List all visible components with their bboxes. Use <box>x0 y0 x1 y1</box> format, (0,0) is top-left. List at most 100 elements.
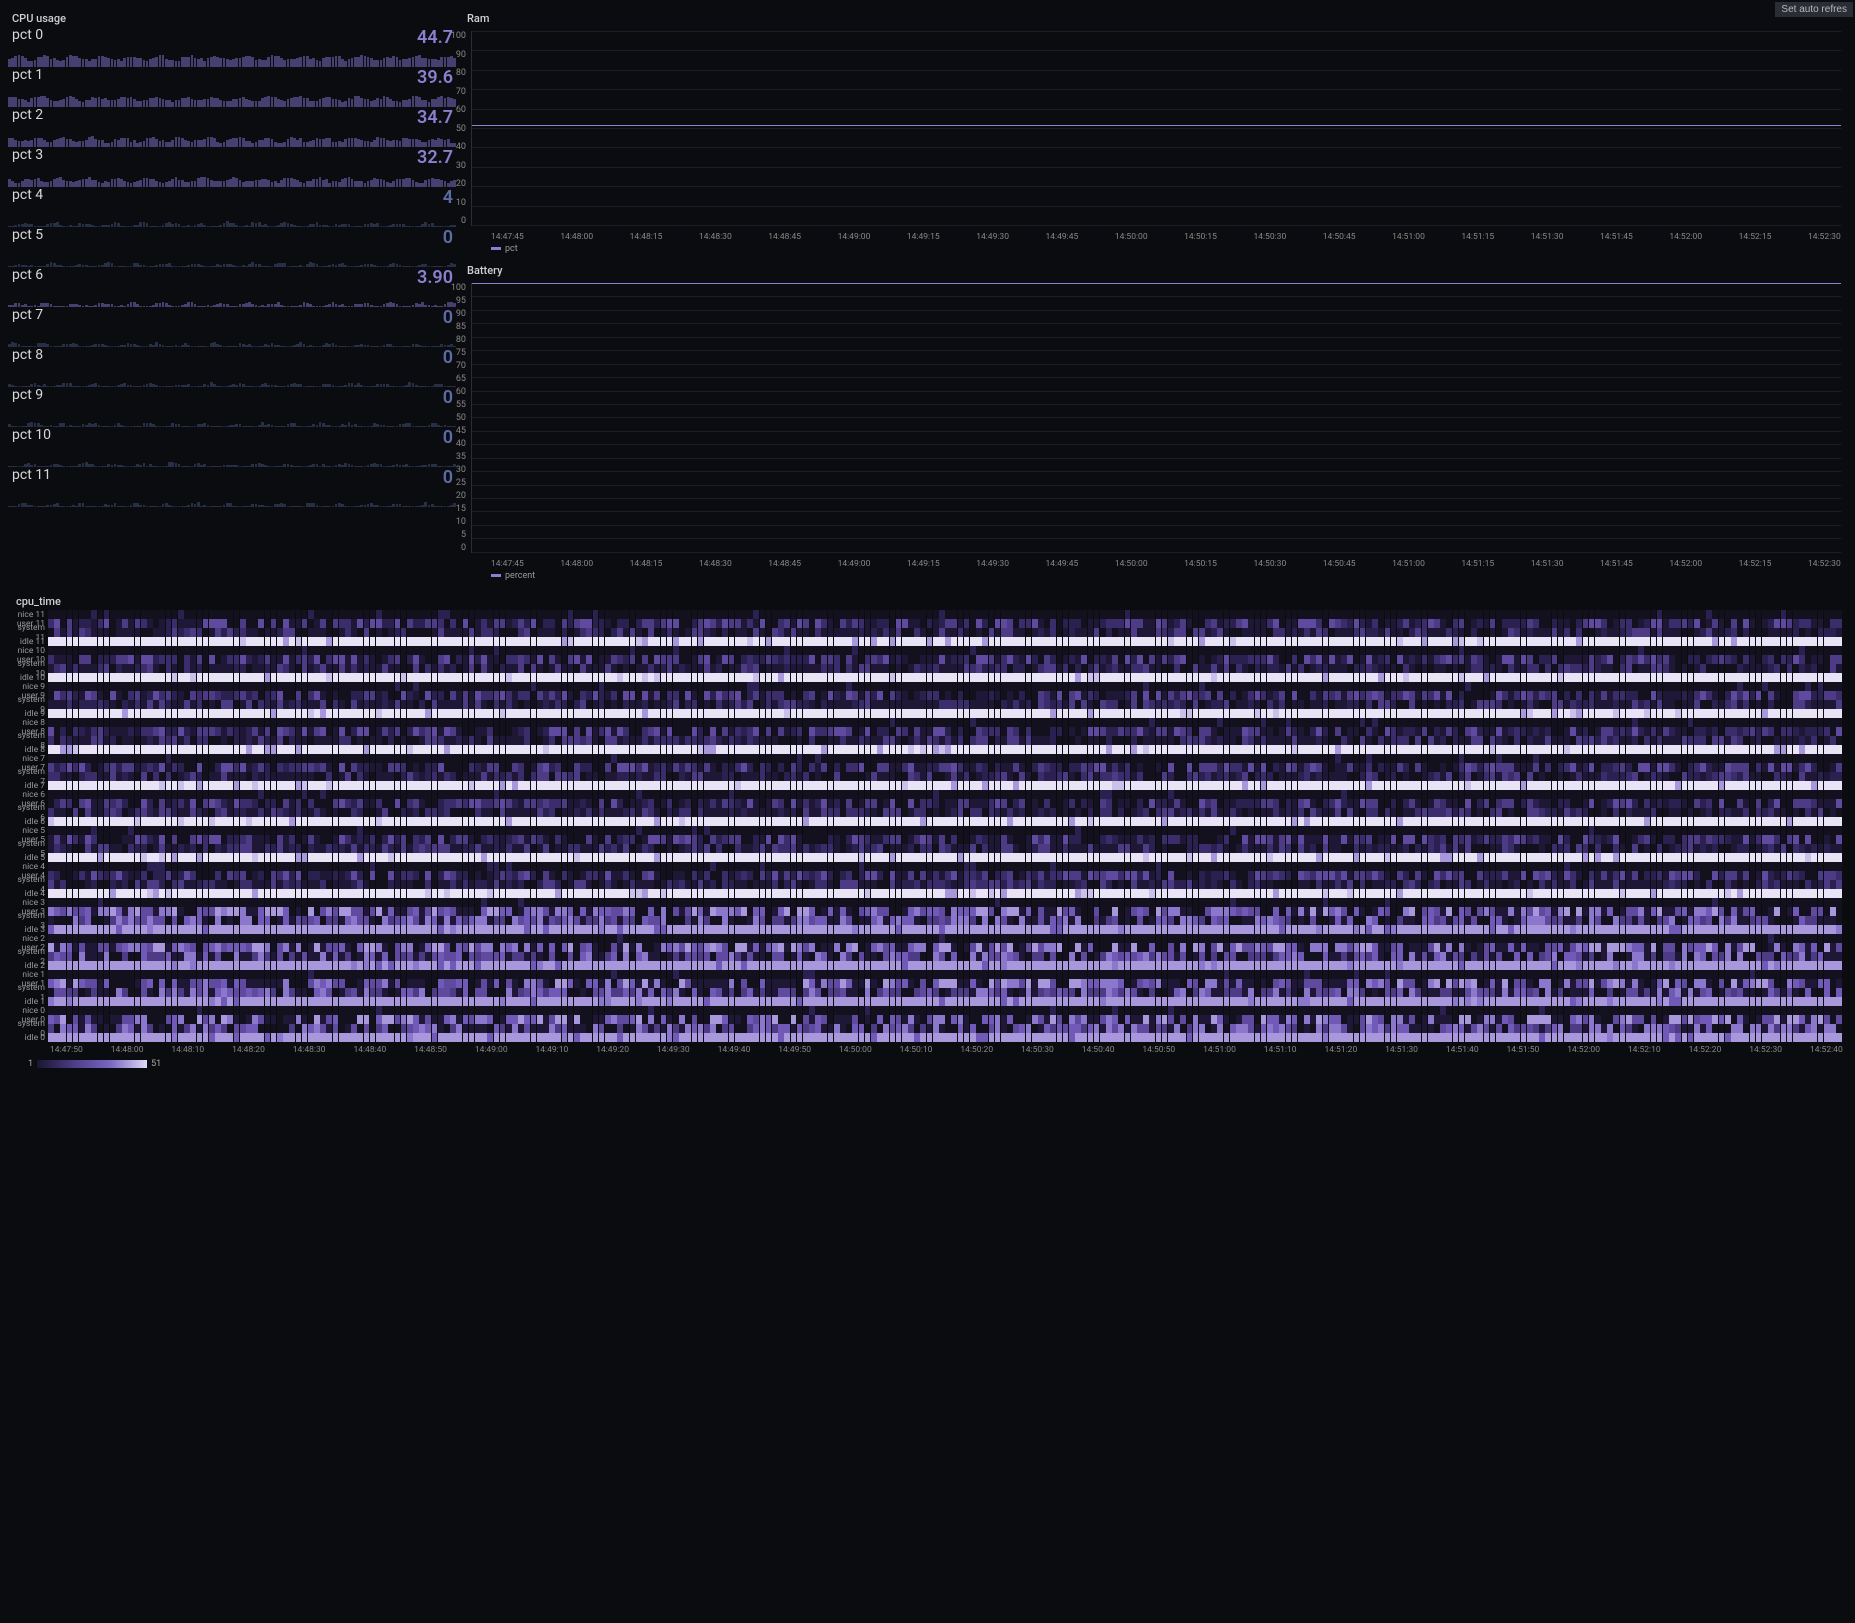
cpu-sparkline <box>8 209 457 227</box>
heatmap-row: idle 9 <box>12 709 1843 718</box>
heatmap-row: nice 3 <box>12 898 1843 907</box>
heatmap-row: system 6 <box>12 808 1843 817</box>
cpu-label: pct 10 <box>12 427 51 443</box>
cpu-row-10[interactable]: pct 100 <box>8 427 457 467</box>
cpu-usage-title: CPU usage <box>8 8 457 27</box>
ram-legend: pct <box>463 242 1847 260</box>
ram-line <box>472 125 1841 126</box>
cpu-sparkline <box>8 289 457 307</box>
cpu-row-1[interactable]: pct 139.6 <box>8 67 457 107</box>
cputime-panel: cpu_time nice 11user 11system 11idle 11n… <box>8 587 1847 1073</box>
cpu-row-0[interactable]: pct 044.7 <box>8 27 457 67</box>
heatmap-row: user 5 <box>12 835 1843 844</box>
ram-title: Ram <box>463 8 1847 27</box>
ram-chart[interactable]: 1009080706050403020100 <box>471 31 1841 226</box>
cputime-title: cpu_time <box>12 591 1843 610</box>
cpu-label: pct 0 <box>12 27 43 43</box>
heatmap-row: nice 1 <box>12 970 1843 979</box>
heatmap-row: user 9 <box>12 691 1843 700</box>
heatmap-row: nice 9 <box>12 682 1843 691</box>
heatmap-row: user 6 <box>12 799 1843 808</box>
battery-panel: Battery 10095908580757065605550454035302… <box>463 260 1847 587</box>
heatmap-row: system 11 <box>12 628 1843 637</box>
heatmap-row: idle 0 <box>12 1033 1843 1042</box>
cpu-sparkline <box>8 329 457 347</box>
battery-legend: percent <box>463 569 1847 587</box>
heatmap-row: nice 7 <box>12 754 1843 763</box>
battery-line <box>472 283 1841 284</box>
heatmap-row: idle 4 <box>12 889 1843 898</box>
cpu-sparkline <box>8 409 457 427</box>
heatmap-row: system 10 <box>12 664 1843 673</box>
heatmap-row: idle 10 <box>12 673 1843 682</box>
cpu-row-4[interactable]: pct 44 <box>8 187 457 227</box>
cpu-row-9[interactable]: pct 90 <box>8 387 457 427</box>
cpu-label: pct 2 <box>12 107 43 123</box>
heatmap-row: nice 2 <box>12 934 1843 943</box>
dashboard-grid: CPU usage pct 044.7pct 139.6pct 234.7pct… <box>0 0 1855 1081</box>
cpu-usage-panel: CPU usage pct 044.7pct 139.6pct 234.7pct… <box>8 8 463 587</box>
cpu-sparkline <box>8 89 457 107</box>
heatmap-row: system 8 <box>12 736 1843 745</box>
cpu-sparkline <box>8 449 457 467</box>
cpu-label: pct 7 <box>12 307 43 323</box>
cpu-label: pct 6 <box>12 267 43 283</box>
cpu-label: pct 1 <box>12 67 43 83</box>
cputime-heatmap[interactable]: nice 11user 11system 11idle 11nice 10use… <box>12 610 1843 1042</box>
heatmap-row: user 0 <box>12 1015 1843 1024</box>
heatmap-row: system 0 <box>12 1024 1843 1033</box>
cpu-row-2[interactable]: pct 234.7 <box>8 107 457 147</box>
heatmap-row: nice 0 <box>12 1006 1843 1015</box>
heatmap-row: system 3 <box>12 916 1843 925</box>
heatmap-row: user 11 <box>12 619 1843 628</box>
cpu-sparkline <box>8 129 457 147</box>
cpu-label: pct 5 <box>12 227 43 243</box>
battery-x-axis: 14:47:4514:48:0014:48:1514:48:3014:48:45… <box>463 557 1847 569</box>
battery-title: Battery <box>463 260 1847 279</box>
heatmap-row: system 5 <box>12 844 1843 853</box>
ram-x-axis: 14:47:4514:48:0014:48:1514:48:3014:48:45… <box>463 230 1847 242</box>
heatmap-row: user 1 <box>12 979 1843 988</box>
heatmap-row: user 4 <box>12 871 1843 880</box>
cpu-label: pct 8 <box>12 347 43 363</box>
heatmap-row: system 7 <box>12 772 1843 781</box>
cpu-label: pct 3 <box>12 147 43 163</box>
heatmap-row: nice 10 <box>12 646 1843 655</box>
cpu-label: pct 9 <box>12 387 43 403</box>
set-auto-refresh-button[interactable]: Set auto refres <box>1775 2 1853 17</box>
heatmap-row: user 10 <box>12 655 1843 664</box>
cpu-row-3[interactable]: pct 332.7 <box>8 147 457 187</box>
heatmap-row: idle 6 <box>12 817 1843 826</box>
heatmap-row: nice 8 <box>12 718 1843 727</box>
right-column: Ram 1009080706050403020100 14:47:4514:48… <box>463 8 1847 587</box>
battery-chart[interactable]: 1009590858075706560555045403530252015105… <box>471 283 1841 553</box>
cputime-x-axis: 14:47:5014:48:0014:48:1014:48:2014:48:30… <box>12 1042 1843 1055</box>
cpu-sparkline <box>8 49 457 67</box>
heatmap-row: system 4 <box>12 880 1843 889</box>
cpu-value: 0 <box>443 227 453 248</box>
battery-y-axis: 1009590858075706560555045403530252015105… <box>468 283 492 553</box>
cpu-row-5[interactable]: pct 5 0 <box>8 227 457 267</box>
ram-panel: Ram 1009080706050403020100 14:47:4514:48… <box>463 8 1847 260</box>
cpu-row-8[interactable]: pct 80 <box>8 347 457 387</box>
heatmap-row: nice 4 <box>12 862 1843 871</box>
cpu-label: pct 4 <box>12 187 43 203</box>
cputime-colorbar: 1 51 <box>12 1055 1843 1069</box>
battery-legend-swatch <box>491 574 501 577</box>
cpu-sparkline <box>8 369 457 387</box>
cpu-sparkline <box>8 249 457 267</box>
ram-y-axis: 1009080706050403020100 <box>468 31 492 226</box>
heatmap-row: idle 8 <box>12 745 1843 754</box>
heatmap-row: idle 1 <box>12 997 1843 1006</box>
heatmap-row: system 9 <box>12 700 1843 709</box>
cpu-row-7[interactable]: pct 70 <box>8 307 457 347</box>
cpu-row-6[interactable]: pct 63.90 <box>8 267 457 307</box>
cpu-label: pct 11 <box>12 467 51 483</box>
heatmap-row: idle 11 <box>12 637 1843 646</box>
cpu-sparkline <box>8 169 457 187</box>
cpu-row-11[interactable]: pct 110 <box>8 467 457 507</box>
heatmap-row: nice 6 <box>12 790 1843 799</box>
heatmap-row: user 7 <box>12 763 1843 772</box>
cpu-sparkline <box>8 489 457 507</box>
heatmap-row: idle 5 <box>12 853 1843 862</box>
